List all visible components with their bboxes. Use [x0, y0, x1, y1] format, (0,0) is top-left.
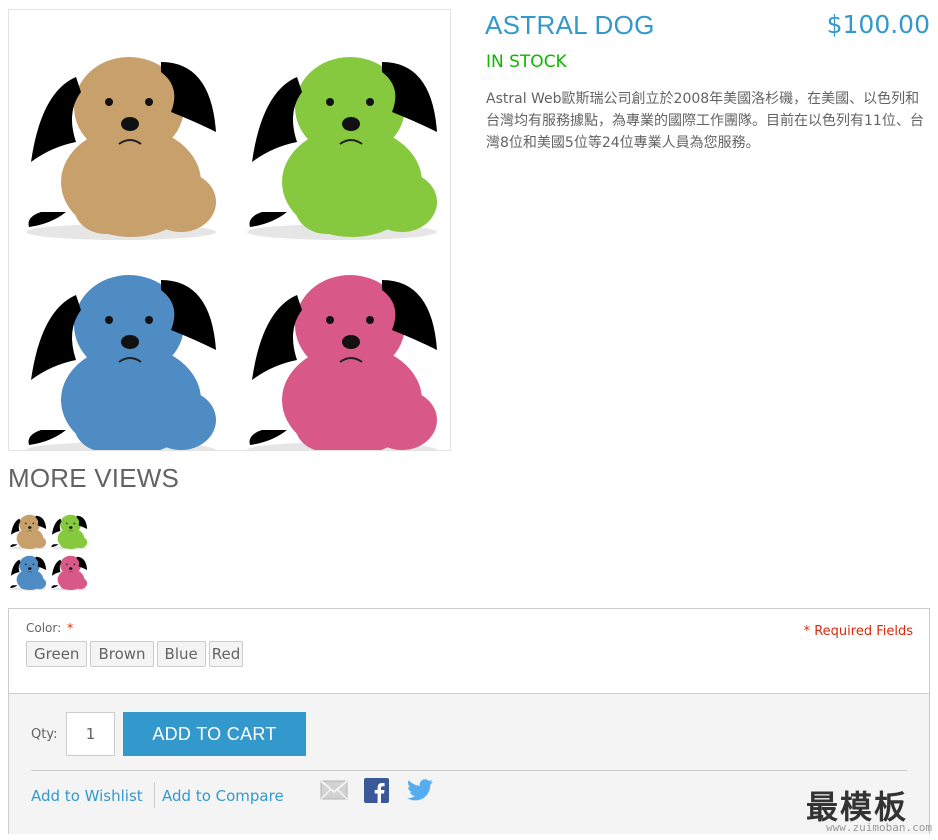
swatch-green[interactable]: Green	[26, 641, 88, 667]
brown-dog-image	[26, 57, 216, 240]
product-image-grid	[26, 57, 437, 450]
add-to-cart-button[interactable]: ADD TO CART	[123, 712, 306, 756]
required-fields-note: * Required Fields	[803, 624, 913, 639]
required-star: *	[67, 621, 74, 635]
qty-input[interactable]	[66, 712, 115, 756]
thumbnail-green-dog[interactable]	[50, 510, 90, 550]
swatch-blue[interactable]: Blue	[156, 641, 206, 667]
stock-status: IN STOCK	[486, 52, 567, 72]
color-option-label: Color: *	[26, 621, 73, 635]
swatch-red[interactable]: Red	[208, 641, 244, 667]
facebook-icon[interactable]	[364, 778, 389, 807]
add-to-compare-link[interactable]: Add to Compare	[162, 787, 284, 805]
blue-dog-image	[26, 275, 216, 450]
product-description: Astral Web歐斯瑞公司創立於2008年美國洛杉磯，在美國、以色列和台灣均…	[486, 91, 924, 151]
swatch-brown[interactable]: Brown	[90, 641, 154, 667]
link-separator	[154, 782, 155, 808]
main-product-image[interactable]	[8, 9, 451, 451]
more-views-title: MORE VIEWS	[8, 463, 180, 493]
divider	[31, 770, 907, 771]
thumbnail-pink-dog[interactable]	[50, 551, 90, 591]
thumbnail-blue-dog[interactable]	[9, 551, 49, 591]
color-label-text: Color:	[26, 621, 62, 635]
product-price: $100.00	[826, 10, 930, 39]
qty-label: Qty:	[31, 727, 58, 742]
product-name: ASTRAL DOG	[485, 10, 655, 40]
thumbnail-brown-dog[interactable]	[9, 510, 49, 550]
add-to-cart-area: Qty: ADD TO CART Add to Wishlist Add to …	[9, 693, 929, 834]
green-dog-image	[247, 57, 437, 240]
pink-dog-image	[247, 275, 437, 450]
color-swatches: Green Brown Blue Red	[26, 641, 244, 667]
product-options-box: Color: * * Required Fields Green Brown Bl…	[8, 608, 930, 834]
add-to-wishlist-link[interactable]: Add to Wishlist	[31, 787, 143, 805]
email-icon[interactable]	[320, 780, 348, 804]
watermark-url: www.zuimoban.com	[826, 821, 932, 834]
twitter-icon[interactable]	[407, 778, 433, 806]
